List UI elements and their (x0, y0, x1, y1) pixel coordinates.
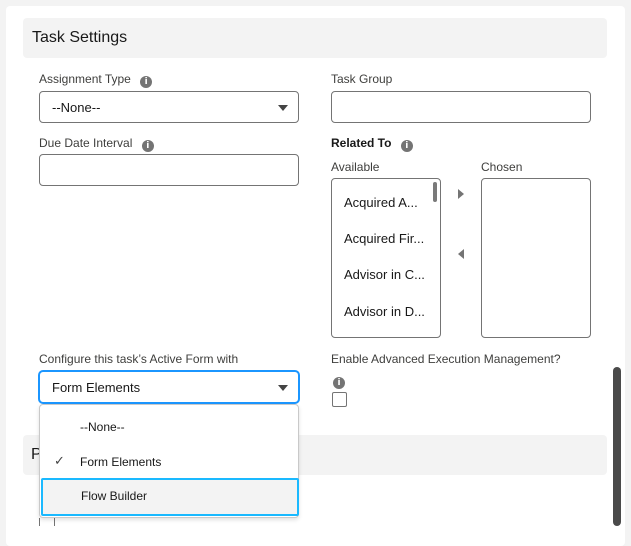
chosen-listbox[interactable] (481, 178, 591, 338)
due-date-interval-label-text: Due Date Interval (39, 136, 133, 150)
move-right-icon[interactable] (458, 189, 464, 199)
assignment-type-select[interactable]: --None-- (39, 91, 299, 123)
available-option[interactable]: Advisor in C... (344, 267, 425, 282)
info-icon[interactable]: i (141, 140, 154, 152)
section-title: Task Settings (32, 29, 128, 46)
available-option[interactable]: Acquired A... (344, 195, 418, 210)
active-form-value: Form Elements (52, 380, 141, 395)
available-option[interactable]: Acquired Fir... (344, 231, 424, 246)
move-left-icon[interactable] (458, 249, 464, 259)
available-label: Available (331, 160, 380, 174)
option-label: Flow Builder (81, 489, 148, 503)
related-to-label-text: Related To (331, 136, 392, 150)
task-group-input[interactable] (331, 91, 591, 123)
dropdown-option-focused[interactable]: Flow Builder (41, 478, 299, 516)
info-icon[interactable]: i (400, 140, 413, 152)
active-form-label: Configure this task’s Active Form with (39, 352, 239, 366)
chosen-label: Chosen (481, 160, 523, 174)
advanced-exec-label: Enable Advanced Execution Management? (331, 352, 561, 366)
dropdown-option[interactable]: ✓ Form Elements (40, 445, 298, 479)
assignment-type-label: Assignment Type i (39, 72, 153, 88)
partial-field (39, 518, 55, 526)
task-group-label: Task Group (331, 72, 393, 86)
advanced-exec-checkbox[interactable] (332, 392, 347, 407)
active-form-dropdown: --None-- ✓ Form Elements Flow Builder (39, 404, 299, 518)
listbox-scrollbar[interactable] (433, 182, 437, 202)
active-form-select[interactable]: Form Elements (39, 371, 299, 403)
assignment-type-label-text: Assignment Type (39, 72, 131, 86)
chevron-down-icon (278, 385, 288, 391)
chevron-down-icon (278, 105, 288, 111)
option-label: Form Elements (80, 455, 162, 469)
option-label: --None-- (80, 420, 125, 434)
dropdown-option[interactable]: --None-- (40, 410, 298, 444)
task-settings-header[interactable]: Task Settings (23, 18, 607, 58)
info-icon[interactable]: i (140, 76, 153, 88)
page-scrollbar[interactable] (613, 367, 621, 526)
available-option[interactable]: Advisor in D... (344, 304, 425, 319)
assignment-type-value: --None-- (52, 100, 101, 115)
info-icon[interactable]: i (333, 377, 345, 389)
available-listbox[interactable]: Acquired A... Acquired Fir... Advisor in… (331, 178, 441, 338)
due-date-interval-label: Due Date Interval i (39, 136, 154, 152)
checkmark-icon: ✓ (54, 453, 65, 468)
due-date-interval-input[interactable] (39, 154, 299, 186)
related-to-label: Related To i (331, 136, 413, 152)
